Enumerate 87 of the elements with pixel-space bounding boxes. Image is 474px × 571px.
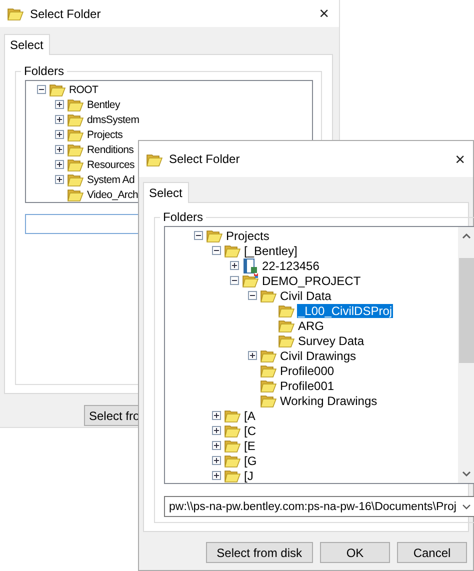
expand-icon[interactable] (55, 130, 64, 139)
expand-icon[interactable] (212, 441, 221, 450)
tree-item[interactable]: [A (243, 408, 256, 422)
group-label: Folders (23, 64, 66, 78)
expand-icon[interactable] (212, 411, 221, 420)
expand-icon[interactable] (55, 100, 64, 109)
tree-item[interactable]: DEMO_PROJECT (261, 274, 362, 288)
window-title: Select Folder (30, 6, 102, 20)
folder-icon (67, 172, 84, 187)
tree-item[interactable]: [C (243, 424, 257, 438)
folder-icon (260, 363, 277, 378)
tree-item[interactable]: [_Bentley] (243, 244, 298, 258)
tree-item[interactable]: Resources (86, 158, 136, 172)
expand-icon[interactable] (55, 115, 64, 124)
path-combo[interactable]: pw:\\ps-na-pw.bentley.com:ps-na-pw-16\Documents\Proj (164, 496, 474, 517)
tree-item[interactable]: Video_Arch (86, 188, 140, 202)
dialog-button[interactable]: OK (320, 542, 390, 563)
folder-icon (224, 468, 241, 483)
collapse-icon[interactable] (194, 231, 203, 240)
close-button[interactable]: × (455, 150, 465, 168)
folder-icon (224, 438, 241, 453)
tree-item[interactable]: Civil Data (279, 288, 332, 302)
tree-item[interactable]: Projects (86, 128, 124, 142)
folder-icon (49, 82, 66, 97)
folder-icon (224, 453, 241, 468)
folder-icon (278, 303, 295, 318)
group-label: Folders (162, 210, 204, 224)
collapse-icon[interactable] (230, 276, 239, 285)
scrollbar[interactable] (458, 227, 474, 483)
tree-item[interactable]: Working Drawings (279, 394, 378, 408)
expand-icon[interactable] (55, 175, 64, 184)
window-title: Select Folder (169, 152, 241, 166)
tree-item[interactable]: Profile001 (279, 378, 336, 392)
scroll-up-icon[interactable] (462, 233, 472, 239)
folder-icon (224, 423, 241, 438)
folder-icon (206, 228, 223, 243)
expand-icon[interactable] (55, 145, 64, 154)
folder-icon (67, 97, 84, 112)
expand-icon[interactable] (212, 456, 221, 465)
folder-icon (67, 112, 84, 127)
tree-item[interactable]: [J (243, 468, 254, 482)
collapse-icon[interactable] (212, 246, 221, 255)
folder-icon (260, 393, 277, 408)
folder-icon (260, 348, 277, 363)
expand-icon[interactable] (212, 471, 221, 480)
folder-icon (278, 318, 295, 333)
close-button[interactable]: × (319, 5, 329, 22)
folder-icon (67, 157, 84, 172)
tree-item[interactable]: dmsSystem (86, 112, 140, 126)
folder-icon (67, 142, 84, 157)
expand-icon[interactable] (230, 261, 239, 270)
collapse-icon[interactable] (248, 291, 257, 300)
tree-item[interactable]: Renditions (86, 142, 135, 156)
tree-item[interactable]: Survey Data (297, 334, 366, 348)
dialog-button[interactable]: Select from disk (206, 542, 313, 563)
project-folder-icon (242, 273, 259, 288)
folder-icon (224, 408, 241, 423)
collapse-icon[interactable] (37, 85, 46, 94)
expand-icon[interactable] (55, 160, 64, 169)
expand-icon[interactable] (248, 351, 257, 360)
app-folder-icon (146, 152, 163, 166)
expand-icon[interactable] (212, 426, 221, 435)
scroll-thumb[interactable] (459, 258, 474, 363)
folder-icon (224, 243, 241, 258)
tree-item[interactable]: _L00_CivilDSProj (297, 304, 394, 318)
tree-item[interactable]: Profile000 (279, 364, 336, 378)
app-folder-icon (7, 6, 24, 21)
tree-item[interactable]: [G (243, 454, 258, 468)
tab[interactable]: Select (4, 34, 50, 55)
tree-item[interactable]: 22-123456 (261, 258, 320, 272)
tree-item[interactable]: [E (243, 438, 256, 452)
dialog-button[interactable]: Cancel (397, 542, 467, 563)
document-icon (242, 258, 258, 274)
folder-icon (67, 187, 84, 202)
folder-icon (260, 288, 277, 303)
tree-item[interactable]: ARG (297, 318, 326, 332)
tab[interactable]: Select (143, 182, 190, 203)
folder-icon (67, 127, 84, 142)
dropdown-icon[interactable] (462, 504, 472, 510)
tree-item[interactable]: Bentley (86, 98, 121, 112)
folder-icon (278, 333, 295, 348)
tree-item[interactable]: ROOT (68, 82, 100, 96)
scroll-down-icon[interactable] (462, 471, 472, 477)
tree-item[interactable]: Civil Drawings (279, 348, 358, 362)
tree-item[interactable]: Projects (225, 228, 270, 242)
tree-item[interactable]: System Ad (86, 172, 136, 186)
folder-icon (260, 378, 277, 393)
